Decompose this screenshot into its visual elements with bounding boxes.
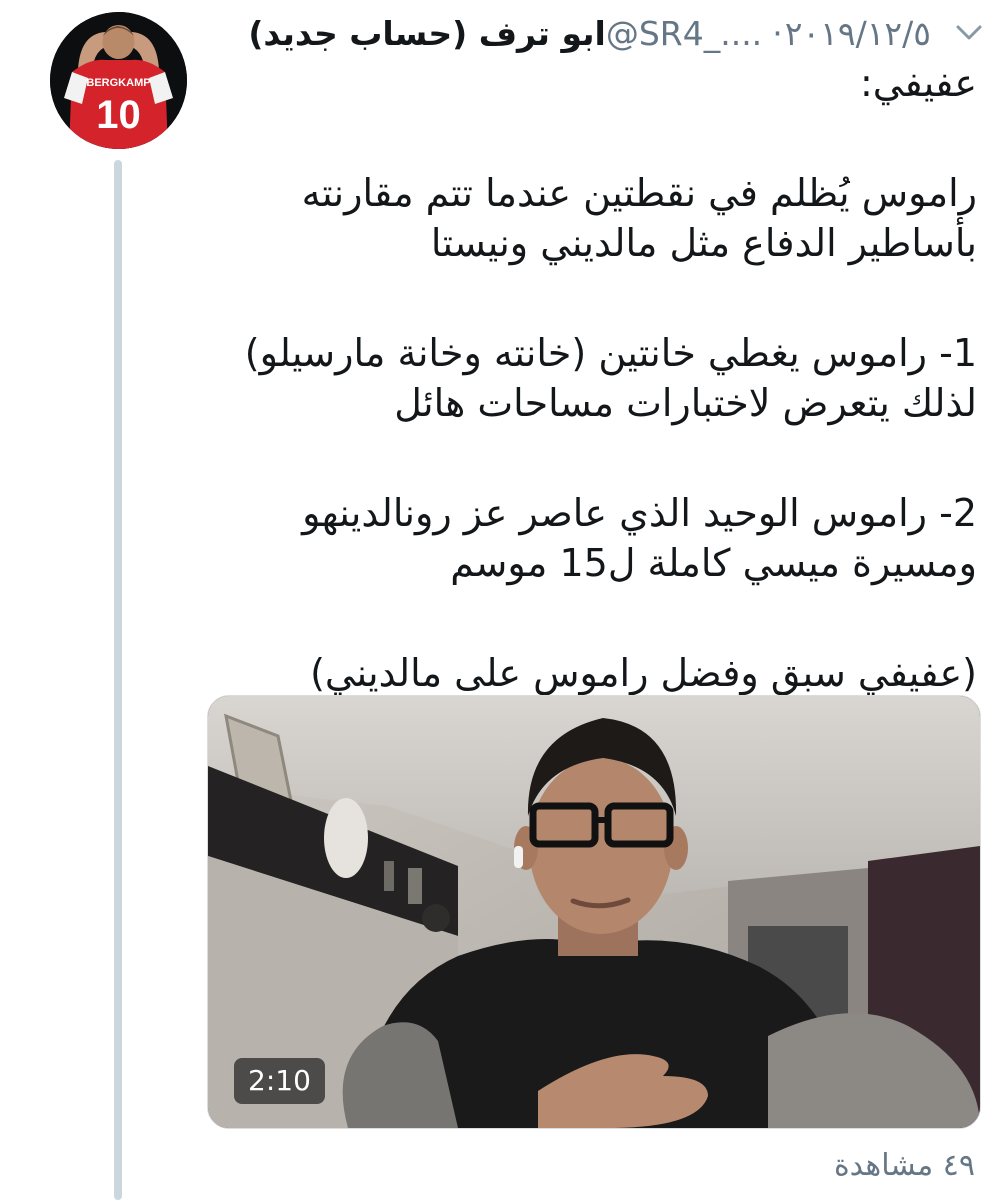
tweet-text: عفيفي: راموس يُظلم في نقطتين عندما تتم م… <box>207 58 977 698</box>
avatar[interactable]: BERGKAMP 10 <box>50 12 187 149</box>
tweet: BERGKAMP 10 ابو ترف (حساب جديد) @SR4_...… <box>0 0 1003 1200</box>
chevron-down-icon[interactable] <box>949 13 989 53</box>
view-count: ٤٩ مشاهدة <box>833 1148 975 1183</box>
tweet-date[interactable]: ٢٠١٩/١٢/٥ <box>785 14 931 53</box>
tweet-line: بأساطير الدفاع مثل مالديني ونيستا <box>430 221 977 265</box>
tweet-line: عفيفي: <box>859 61 977 105</box>
tweet-line: راموس يُظلم في نقطتين عندما تتم مقارنته <box>301 171 977 215</box>
tweet-line: 1- راموس يغطي خانتين (خانته وخانة مارسيل… <box>244 331 977 375</box>
tweet-header: ابو ترف (حساب جديد) @SR4_.... · ٢٠١٩/١٢/… <box>248 8 989 58</box>
avatar-image: BERGKAMP 10 <box>50 12 187 149</box>
tweet-line: (عفيفي سبق وفضل راموس على مالديني) <box>310 651 977 695</box>
avatar-jersey-name: BERGKAMP <box>86 77 150 89</box>
video-player[interactable]: 2:10 <box>207 695 981 1129</box>
separator-dot: · <box>772 13 783 53</box>
thread-line <box>114 160 122 1200</box>
avatar-jersey-number: 10 <box>96 93 141 137</box>
tweet-line: لذلك يتعرض لاختبارات مساحات هائل <box>394 381 977 425</box>
author-handle[interactable]: @SR4_.... <box>606 14 762 53</box>
tweet-line: ومسيرة ميسي كاملة ل15 موسم <box>450 541 977 585</box>
tweet-line: 2- راموس الوحيد الذي عاصر عز رونالدينهو <box>302 491 977 535</box>
author-display-name[interactable]: ابو ترف (حساب جديد) <box>248 14 606 53</box>
video-duration-badge: 2:10 <box>234 1058 325 1104</box>
